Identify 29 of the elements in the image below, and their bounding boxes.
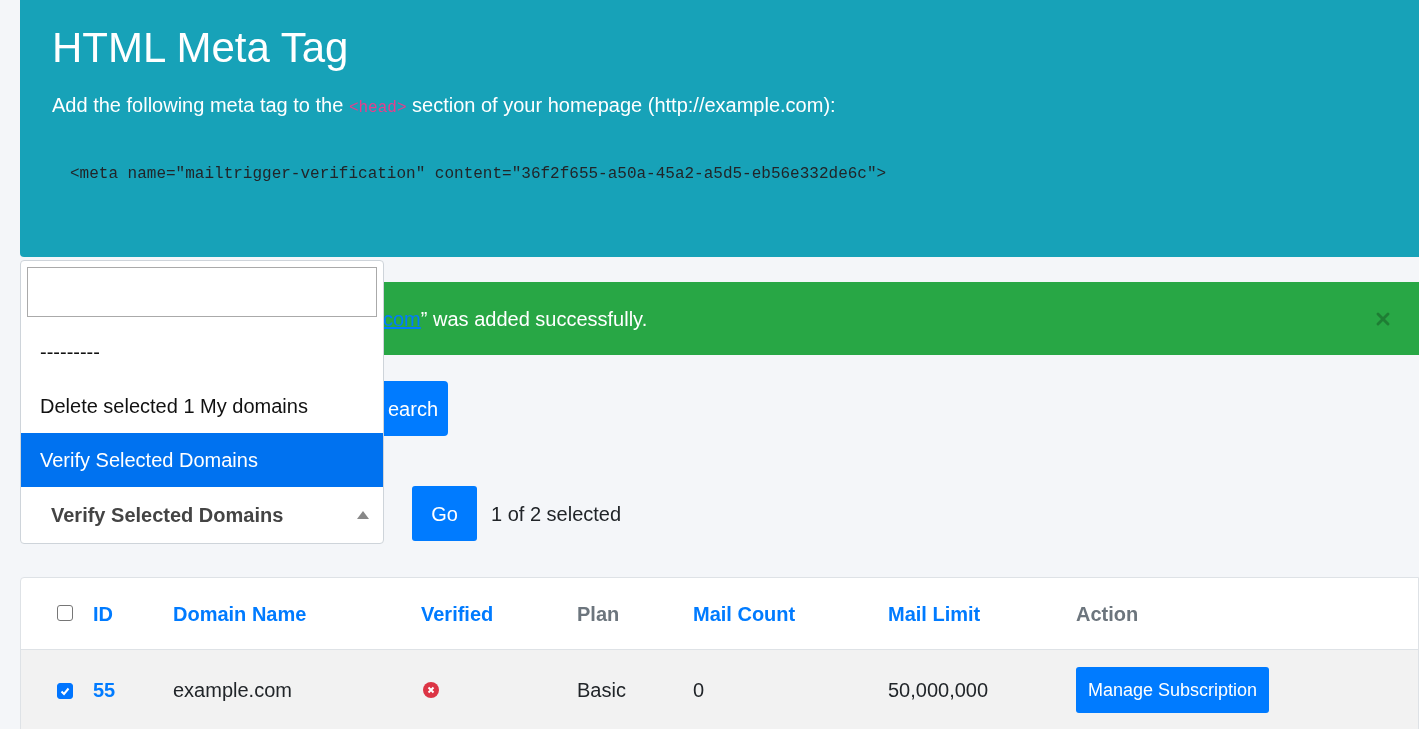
column-header: Action <box>1076 602 1139 625</box>
column-header[interactable]: Verified <box>421 602 494 625</box>
action-select[interactable]: Verify Selected Domains <box>21 487 383 543</box>
column-header[interactable]: Domain Name <box>173 602 307 625</box>
row-checkbox[interactable] <box>57 683 73 699</box>
meta-tag-code: <meta name="mailtrigger-verification" content="36f2f655-a50a-45a2-a5d5-eb56e332de6c"> <box>70 164 888 185</box>
alert-message: com” was added successfully. <box>383 306 648 332</box>
column-header[interactable]: ID <box>93 602 113 625</box>
go-button[interactable]: Go <box>412 486 477 541</box>
instruction-text: Add the following meta tag to the <head> section of your homepage (http://example.com): <box>52 93 837 119</box>
dropdown-option[interactable]: Verify Selected Domains <box>21 433 383 487</box>
column-header: Plan <box>577 602 620 625</box>
table-cell: Basic <box>577 679 626 701</box>
table-cell: 0 <box>693 679 705 701</box>
column-header[interactable]: Mail Count <box>693 602 796 625</box>
search-field[interactable] <box>27 267 377 317</box>
selection-count: 1 of 2 selected <box>491 501 622 527</box>
table-cell: example.com <box>173 679 292 701</box>
id-link[interactable]: 55 <box>93 679 116 701</box>
select-all-checkbox[interactable] <box>57 604 73 621</box>
caret-icon <box>357 511 369 519</box>
search-button[interactable]: earch <box>383 381 448 436</box>
column-header[interactable]: Mail Limit <box>888 602 981 625</box>
action-dropdown[interactable]: --------- Delete selected 1 My domains Verify Selected Domains Verify Selected Domains <box>20 260 384 544</box>
manage-subscription-button[interactable]: Manage Subscription <box>1076 667 1270 713</box>
page-title: HTML Meta Tag <box>52 23 350 73</box>
table-cell: 50,000,000 <box>888 679 989 701</box>
dropdown-option[interactable]: Delete selected 1 My domains <box>21 379 383 433</box>
dropdown-option[interactable]: --------- <box>21 325 383 379</box>
